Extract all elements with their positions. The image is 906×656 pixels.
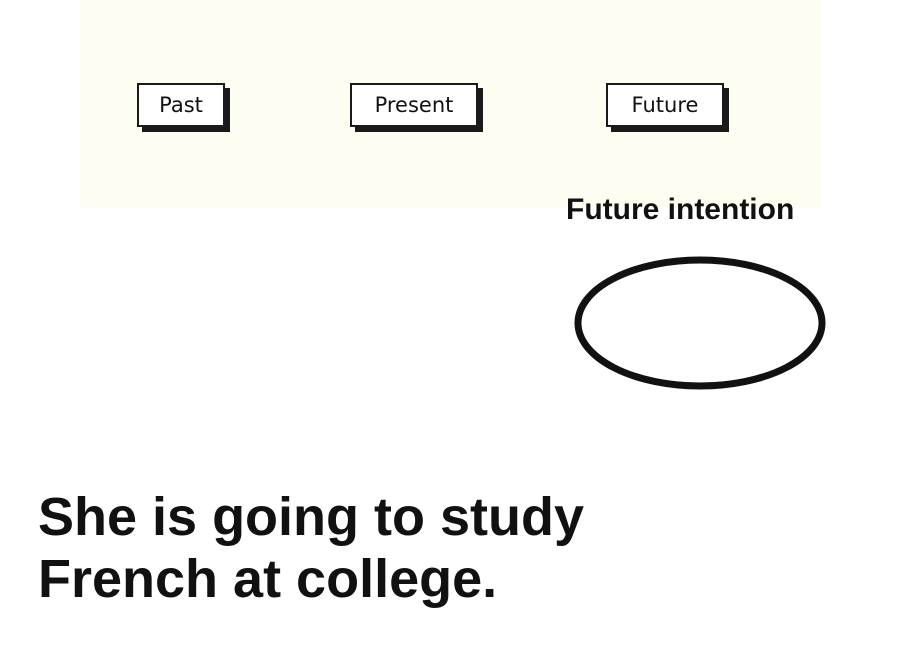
past-label: Past xyxy=(159,93,203,117)
future-label-box: Future xyxy=(606,83,724,127)
intention-ellipse xyxy=(570,252,830,394)
past-label-box: Past xyxy=(137,83,225,127)
example-line-2: French at college. xyxy=(38,549,498,609)
present-label: Present xyxy=(374,93,454,117)
future-intention-caption: Future intention xyxy=(566,193,795,226)
example-sentence: She is going to study French at college. xyxy=(38,486,878,610)
future-label: Future xyxy=(631,93,699,117)
ellipse-icon xyxy=(574,256,826,390)
example-line-1: She is going to study xyxy=(38,487,585,547)
present-label-box: Present xyxy=(350,83,478,127)
